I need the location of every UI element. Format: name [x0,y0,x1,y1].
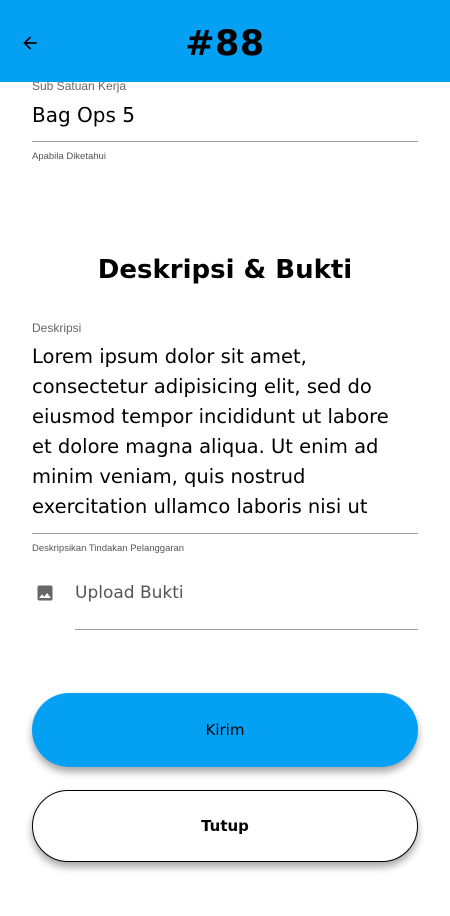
upload-bukti-field[interactable]: Upload Bukti [75,581,184,605]
deskripsi-field[interactable]: Lorem ipsum dolor sit amet, consectetur … [32,342,404,522]
image-icon[interactable] [35,583,55,603]
section-title: Deskripsi & Bukti [97,255,353,285]
kirim-button-label: Kirim [205,721,245,739]
sub-satuan-kerja-field[interactable]: Bag Ops 5 [32,101,135,129]
app-bar: #88 [0,0,450,82]
sub-satuan-kerja-helper: Apabila Diketahui [32,151,106,162]
kirim-button[interactable]: Kirim [32,693,418,767]
page-title: #88 [185,24,265,64]
tutup-button-label: Tutup [201,817,249,835]
deskripsi-underline [32,533,418,534]
deskripsi-helper: Deskripsikan Tindakan Pelanggaran [32,543,185,554]
upload-underline [75,629,418,630]
deskripsi-label: Deskripsi [32,321,82,335]
sub-satuan-kerja-underline [32,141,418,142]
tutup-button[interactable]: Tutup [32,790,418,862]
